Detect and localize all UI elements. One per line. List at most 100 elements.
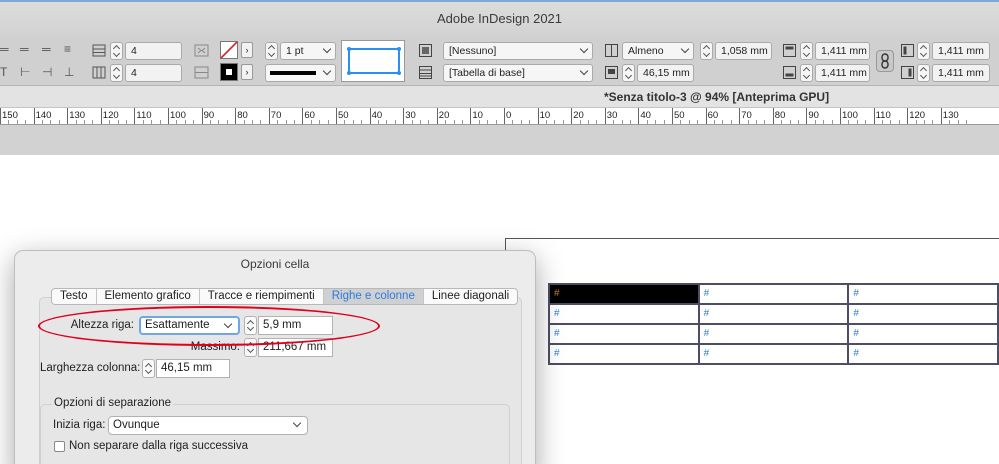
table-cell[interactable]: # [847,283,999,305]
ruler-minor-tick [596,120,598,124]
horizontal-ruler[interactable]: 150 140 130 120 110 100 90 80 70 60 50 40 30 20 10 0 10 2… [0,108,999,125]
text-rotate-90-icon[interactable]: ⊢ [20,66,30,78]
ruler-minor-tick [109,120,111,124]
align-bottom-icon[interactable]: ═ [42,43,51,55]
stroke-proxy[interactable] [341,40,405,82]
ruler-minor-tick [453,120,455,124]
text-rotate-270-icon[interactable]: ⊥ [64,66,74,78]
column-width-field[interactable]: 46,15 mm [637,64,694,82]
ruler-minor-tick [117,120,119,124]
ruler-minor-tick [613,120,615,124]
table-cell[interactable]: # [548,343,700,365]
table-cell[interactable]: # [697,283,850,305]
stroke-swatch-menu-icon[interactable]: › [241,42,253,58]
table-cell[interactable]: # [847,343,999,365]
column-width-stepper[interactable] [622,64,635,82]
inset-bottom-field[interactable]: 1,411 mm [815,64,870,82]
stroke-swatch[interactable] [220,41,238,59]
justify-vertical-icon[interactable]: ≡ [64,43,71,55]
row-height-mode-dropdown[interactable]: Almeno [622,42,694,60]
ruler-minor-tick [546,120,547,124]
keep-with-next-label: Non separare dalla riga successiva [69,440,248,452]
dialog-title: Opzioni cella [240,257,310,271]
align-center-icon[interactable]: ═ [20,43,29,55]
ruler-minor-tick [814,120,816,124]
fill-swatch-menu-icon[interactable]: › [241,64,253,80]
stroke-weight-stepper[interactable] [265,42,278,60]
tab-elemento-grafico[interactable]: Elemento grafico [97,289,200,304]
align-top-icon[interactable]: ═ [0,43,9,55]
table-style-dropdown[interactable]: [Tabella di base] [443,64,593,82]
start-row-select[interactable]: Ovunque [108,416,308,435]
inset-left-stepper[interactable] [917,42,930,60]
inset-left-field[interactable]: 1,411 mm [932,42,990,60]
inset-top-stepper[interactable] [800,42,813,60]
tab-linee-diagonali[interactable]: Linee diagonali [424,289,517,304]
ruler-minor-tick [84,120,85,124]
cell-style-dropdown[interactable]: [Nessuno] [443,42,593,60]
inset-bottom-stepper[interactable] [800,64,813,82]
text-rotate-180-icon[interactable]: ⊣ [42,66,52,78]
keep-with-next-checkbox[interactable] [54,441,65,452]
keep-options-title: Opzioni di separazione [52,397,173,409]
ruler-minor-tick [714,120,715,124]
table-cell[interactable]: # [697,303,850,325]
table-cell[interactable]: # [548,323,700,345]
table-cell[interactable]: # [548,303,700,325]
rows-stepper[interactable] [110,42,123,60]
ruler-label: 40 [640,110,651,121]
column-width-dialog-field[interactable]: 46,15 mm [156,359,230,378]
ruler-label: 60 [304,110,315,121]
text-rotate-0-icon[interactable]: T [0,66,7,78]
inset-top-field[interactable]: 1,411 mm [815,42,870,60]
column-width-dialog-stepper[interactable] [142,359,155,378]
table-cell[interactable]: # [847,303,999,325]
table-cell[interactable]: # [697,323,850,345]
ruler-minor-tick [126,120,127,124]
row-height-field[interactable]: 1,058 mm [715,42,772,60]
fill-swatch[interactable] [220,63,238,81]
ruler-minor-tick [588,120,589,124]
ruler-minor-tick [579,120,581,124]
ruler-minor-tick [831,120,833,124]
document-tab-title[interactable]: *Senza titolo-3 @ 94% [Anteprima GPU] [604,90,829,104]
ruler-minor-tick [520,120,522,124]
table-cell[interactable]: # [847,323,999,345]
unmerge-cells-icon[interactable] [194,65,210,81]
highlight-ellipse [38,306,380,346]
ruler-minor-tick [294,120,295,124]
ruler-label: 40 [371,110,383,121]
ruler-label: 20 [438,110,450,121]
row-height-stepper[interactable] [700,42,713,60]
tab-righe-e-colonne[interactable]: Righe e colonne [323,289,424,304]
rows-field[interactable]: 4 [125,42,182,60]
ruler-label: 10 [539,110,551,121]
inset-right-field[interactable]: 1,411 mm [932,64,990,82]
stroke-proxy-graphic [347,47,401,75]
ruler-minor-tick [688,120,690,124]
document-table[interactable]: # # # # # # # # # # # # [548,283,999,365]
inset-right-stepper[interactable] [917,64,930,82]
merge-cells-icon[interactable] [194,43,210,59]
ruler-minor-tick [445,120,447,124]
tab-testo[interactable]: Testo [52,289,97,304]
link-insets-button[interactable] [876,50,894,72]
ruler-minor-tick [352,120,354,124]
row-height-icon [605,44,618,57]
stroke-type-dropdown[interactable] [265,64,336,82]
row-height-mode-value: Almeno [628,45,664,57]
ruler-minor-tick [310,120,312,124]
columns-field[interactable]: 4 [125,64,182,82]
ruler-minor-tick [184,120,186,124]
columns-stepper[interactable] [110,64,123,82]
ruler-minor-tick [25,120,27,124]
table-cell[interactable]: # [697,343,850,365]
ruler-label: 70 [270,110,282,121]
ruler-label: 80 [237,110,248,121]
ruler-minor-tick [92,120,94,124]
start-row-label: Inizia riga: [53,419,106,431]
selected-table-cell[interactable]: # [548,283,700,305]
inset-right-icon [901,66,914,79]
tab-tracce-e-riempimenti[interactable]: Tracce e riempimenti [200,289,324,304]
stroke-weight-dropdown[interactable]: 1 pt [280,42,336,60]
